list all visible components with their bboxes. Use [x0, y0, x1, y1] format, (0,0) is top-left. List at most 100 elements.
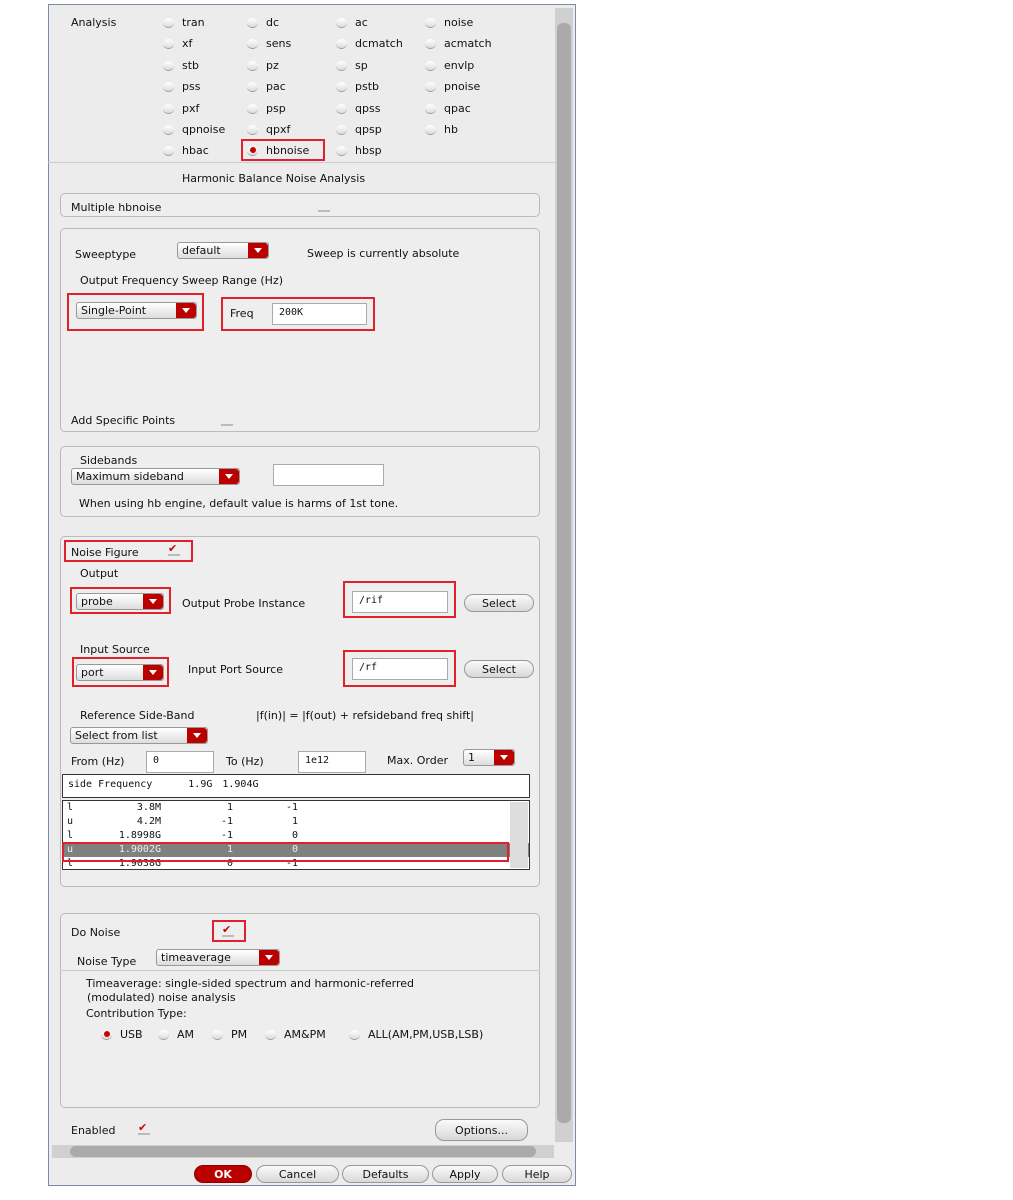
- sidebands-input[interactable]: [273, 464, 384, 486]
- radio-label-acmatch: acmatch: [444, 37, 492, 50]
- header-cell: Frequency: [98, 779, 153, 790]
- cell: -1: [220, 816, 233, 827]
- order-label: Max. Order: [387, 754, 448, 767]
- contrib-label: ALL(AM,PM,USB,LSB): [368, 1028, 484, 1041]
- to-label: To (Hz): [226, 755, 264, 768]
- radio-sens[interactable]: [247, 39, 258, 49]
- noise-desc-1: Timeaverage: single-sided spectrum and h…: [86, 977, 415, 990]
- chevron-down-icon: [259, 950, 279, 965]
- radio-qpxf[interactable]: [247, 125, 258, 135]
- radio-label-stb: stb: [182, 59, 200, 72]
- radio-acmatch[interactable]: [425, 39, 436, 49]
- radio-pss[interactable]: [163, 82, 174, 92]
- cell: 1: [291, 816, 298, 827]
- header-cell: 1.904G: [222, 779, 259, 790]
- cell: l: [67, 830, 74, 841]
- radio-label-envlp: envlp: [444, 59, 475, 72]
- table-row[interactable]: l 1.8998G -1 0: [63, 829, 529, 843]
- list-scrollbar[interactable]: [510, 802, 528, 868]
- contrib-radio-2[interactable]: [212, 1030, 223, 1040]
- radio-xf[interactable]: [163, 39, 174, 49]
- radio-stb[interactable]: [163, 61, 174, 71]
- contrib-radio-4[interactable]: [349, 1030, 360, 1040]
- cell: 1: [226, 802, 233, 813]
- header-cell: side: [68, 779, 93, 790]
- radio-label-ac: ac: [355, 16, 368, 29]
- sidebands-note: When using hb engine, default value is h…: [79, 497, 399, 510]
- radio-qpnoise[interactable]: [163, 125, 174, 135]
- multiple-checkbox[interactable]: [318, 200, 330, 212]
- from-label: From (Hz): [71, 755, 125, 768]
- radio-label-xf: xf: [182, 37, 193, 50]
- hscroll-thumb[interactable]: [70, 1146, 536, 1157]
- probe-label: Output Probe Instance: [182, 597, 306, 610]
- radio-psp[interactable]: [247, 104, 258, 114]
- contrib-label: AM: [177, 1028, 195, 1041]
- cell: 3.8M: [136, 802, 161, 813]
- ref-select[interactable]: Select from list: [70, 727, 208, 744]
- cancel-button[interactable]: Cancel: [256, 1165, 339, 1183]
- add-points-checkbox[interactable]: [221, 414, 233, 426]
- radio-label-pac: pac: [266, 80, 286, 93]
- table-row[interactable]: u 4.2M -1 1: [63, 815, 529, 829]
- cell: -1: [220, 830, 233, 841]
- cell: l: [67, 802, 74, 813]
- radio-dc[interactable]: [247, 18, 258, 28]
- ref-label: Reference Side-Band: [80, 709, 195, 722]
- contrib-radio-3[interactable]: [265, 1030, 276, 1040]
- radio-tran[interactable]: [163, 18, 174, 28]
- chevron-down-icon: [494, 750, 514, 765]
- select-probe-button[interactable]: Select: [464, 594, 534, 612]
- radio-pnoise[interactable]: [425, 82, 436, 92]
- radio-qpac[interactable]: [425, 104, 436, 114]
- sweeptype-select[interactable]: default: [177, 242, 269, 259]
- apply-button[interactable]: Apply: [432, 1165, 498, 1183]
- contrib-radio-0[interactable]: [101, 1030, 112, 1040]
- sidebands-select[interactable]: Maximum sideband: [71, 468, 240, 485]
- radio-qpss[interactable]: [336, 104, 347, 114]
- contrib-label: Contribution Type:: [86, 1007, 187, 1020]
- chevron-down-icon: [187, 728, 207, 743]
- radio-pz[interactable]: [247, 61, 258, 71]
- highlight-port: [343, 650, 456, 687]
- cell: 0: [291, 830, 298, 841]
- radio-label-hb: hb: [444, 123, 458, 136]
- radio-pxf[interactable]: [163, 104, 174, 114]
- horizontal-scrollbar[interactable]: [52, 1145, 554, 1158]
- radio-pstb[interactable]: [336, 82, 347, 92]
- radio-dcmatch[interactable]: [336, 39, 347, 49]
- enabled-label: Enabled: [71, 1124, 116, 1137]
- chevron-down-icon: [219, 469, 239, 484]
- scroll-thumb[interactable]: [557, 23, 571, 1123]
- options-button[interactable]: Options...: [435, 1119, 528, 1141]
- radio-qpsp[interactable]: [336, 125, 347, 135]
- highlight-probe: [343, 581, 456, 618]
- radio-ac[interactable]: [336, 18, 347, 28]
- radio-hbac[interactable]: [163, 146, 174, 156]
- order-select[interactable]: 1: [463, 749, 515, 766]
- radio-noise[interactable]: [425, 18, 436, 28]
- chevron-down-icon: [248, 243, 268, 258]
- radio-hbsp[interactable]: [336, 146, 347, 156]
- cell: 1.8998G: [118, 830, 161, 841]
- contrib-radio-1[interactable]: [158, 1030, 169, 1040]
- radio-envlp[interactable]: [425, 61, 436, 71]
- to-input[interactable]: 1e12: [298, 751, 366, 773]
- table-row[interactable]: l 3.8M 1 -1: [63, 801, 529, 815]
- ok-button[interactable]: OK: [194, 1165, 252, 1183]
- help-button[interactable]: Help: [502, 1165, 572, 1183]
- radio-pac[interactable]: [247, 82, 258, 92]
- header-cell: 1.9G: [188, 779, 213, 790]
- defaults-button[interactable]: Defaults: [342, 1165, 429, 1183]
- vertical-scrollbar[interactable]: [555, 8, 573, 1142]
- ref-value: Select from list: [75, 729, 158, 742]
- noise-type-select[interactable]: timeaverage: [156, 949, 280, 966]
- enabled-checkbox[interactable]: ✔: [138, 1122, 150, 1135]
- port-label: Input Port Source: [188, 663, 284, 676]
- select-port-button[interactable]: Select: [464, 660, 534, 678]
- from-input[interactable]: 0: [146, 751, 214, 773]
- radio-sp[interactable]: [336, 61, 347, 71]
- sweeptype-value: default: [182, 244, 221, 257]
- highlight-nf: [64, 540, 193, 562]
- radio-hb[interactable]: [425, 125, 436, 135]
